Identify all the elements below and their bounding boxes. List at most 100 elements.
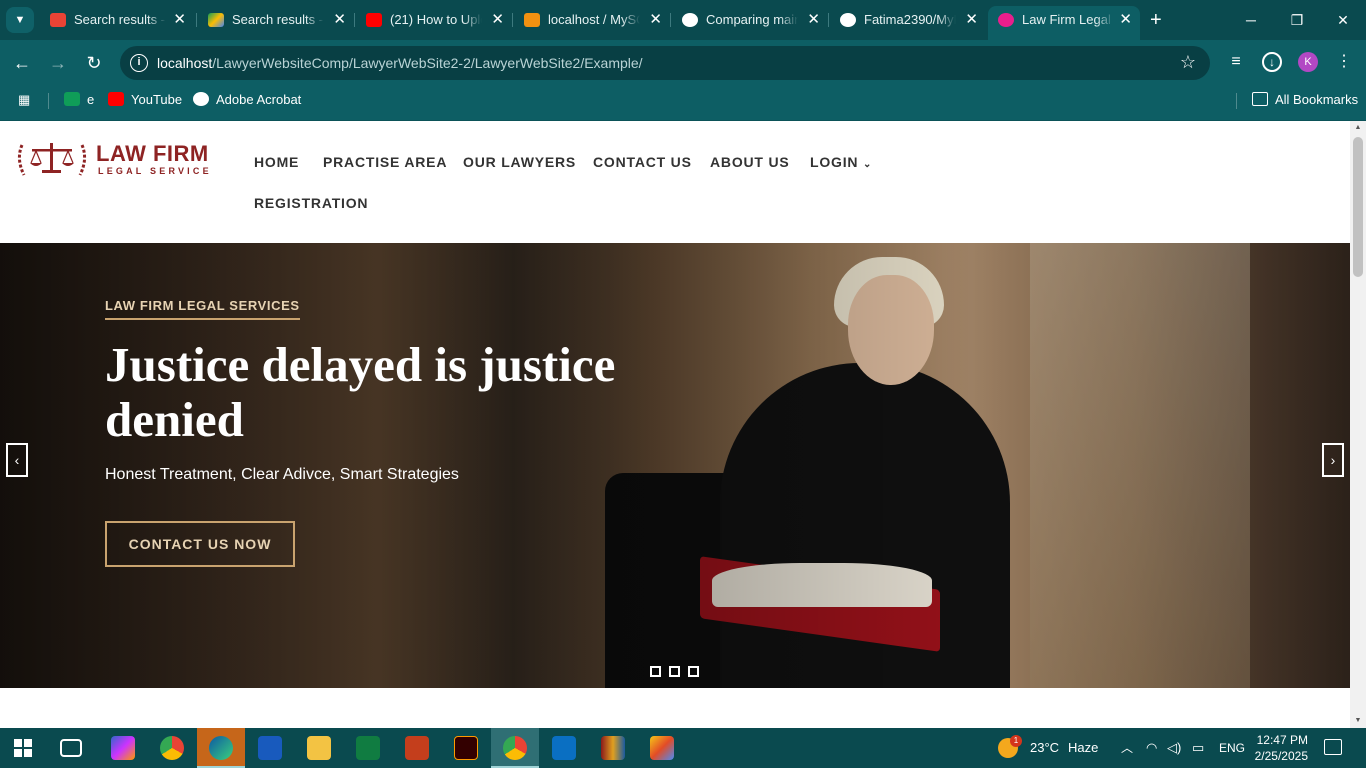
scrollbar-thumb[interactable] <box>1353 137 1363 277</box>
bookmark-youtube[interactable]: YouTube <box>108 86 182 114</box>
battery-icon[interactable]: ▭ <box>1192 728 1204 768</box>
bookmarks-bar: ▦ e YouTube Adobe Acrobat All Bookmarks <box>0 86 1366 121</box>
profile-avatar[interactable]: K <box>1298 52 1318 72</box>
chrome-profile-taskbar-button[interactable] <box>491 728 539 768</box>
tab-github-compare[interactable]: Comparing main ✕ <box>672 6 828 34</box>
task-view-icon[interactable] <box>60 739 82 757</box>
tab-youtube[interactable]: (21) How to Upload ✕ <box>356 6 512 34</box>
menu-icon[interactable]: ⋮ <box>1332 50 1356 74</box>
wifi-icon[interactable]: ◠ <box>1146 728 1157 768</box>
nav-our-lawyers[interactable]: OUR LAWYERS <box>463 154 576 170</box>
globe-icon <box>193 92 209 106</box>
close-icon[interactable]: ✕ <box>649 6 662 34</box>
scroll-down-arrow[interactable]: ▼ <box>1350 714 1366 728</box>
weather-temperature[interactable]: 23°C <box>1030 728 1059 768</box>
tab-title: Search results - Google Drive <box>232 12 324 27</box>
weather-badge: 1 <box>1010 735 1022 747</box>
illustrator-icon[interactable] <box>454 736 478 760</box>
clock-time: 12:47 PM <box>1256 733 1308 747</box>
tab-title: Comparing main <box>706 12 798 27</box>
restore-button[interactable]: ❐ <box>1274 6 1320 34</box>
clock-date: 2/25/2025 <box>1254 749 1308 763</box>
all-bookmarks-button[interactable]: All Bookmarks <box>1252 86 1358 114</box>
word-icon[interactable] <box>258 736 282 760</box>
tab-law-firm[interactable]: Law Firm Legal Service ✕ <box>988 6 1140 40</box>
hero-tagline: LAW FIRM LEGAL SERVICES <box>105 298 300 320</box>
download-icon[interactable]: ↓ <box>1262 52 1282 72</box>
nav-contact-us[interactable]: CONTACT US <box>593 154 692 170</box>
url-text[interactable]: localhost/LawyerWebsiteComp/LawyerWebSit… <box>157 55 643 71</box>
tab-title: localhost / MySQL <box>548 12 640 27</box>
scales-icon <box>17 143 87 176</box>
volume-icon[interactable]: ◁) <box>1167 728 1181 768</box>
file-explorer-icon[interactable] <box>307 736 331 760</box>
forward-button[interactable]: → <box>46 52 70 74</box>
bookmark-adobe-acrobat[interactable]: Adobe Acrobat <box>193 86 301 114</box>
nav-home[interactable]: HOME <box>254 154 299 170</box>
site-info-icon[interactable]: i <box>130 54 148 72</box>
back-button[interactable]: ← <box>10 52 34 74</box>
address-bar[interactable]: i localhost/LawyerWebsiteComp/LawyerWebS… <box>120 46 1210 80</box>
new-tab-button[interactable]: + <box>1150 6 1162 34</box>
nav-login[interactable]: LOGIN ⌄ <box>810 154 872 170</box>
site-header: LAW FIRM LEGAL SERVICE HOME PRACTISE ARE… <box>0 121 1350 243</box>
tab-phpmyadmin[interactable]: localhost / MySQL ✕ <box>514 6 670 34</box>
git-tool-icon[interactable] <box>650 736 674 760</box>
phpmyadmin-icon <box>524 13 540 27</box>
nav-practise-area[interactable]: PRACTISE AREA <box>323 154 447 170</box>
powerpoint-icon[interactable] <box>405 736 429 760</box>
reload-button[interactable]: ↻ <box>82 52 106 74</box>
nav-about-us[interactable]: ABOUT US <box>710 154 790 170</box>
windows-start-icon[interactable] <box>14 739 32 757</box>
tab-title: Fatima2390/MyRepo <box>864 12 956 27</box>
tab-title: Search results - Mail <box>74 12 166 27</box>
slider-next-arrow[interactable]: › <box>1322 443 1344 477</box>
close-icon[interactable]: ✕ <box>807 6 820 34</box>
tab-drive[interactable]: Search results - Google Drive ✕ <box>198 6 354 34</box>
chevron-down-icon: ⌄ <box>863 159 873 170</box>
weather-description[interactable]: Haze <box>1068 728 1098 768</box>
close-window-button[interactable]: ✕ <box>1320 6 1366 34</box>
copilot-icon[interactable] <box>111 736 135 760</box>
winrar-icon[interactable] <box>601 736 625 760</box>
tab-gmail[interactable]: Search results - Mail ✕ <box>40 6 194 34</box>
logo-subtitle: LEGAL SERVICE <box>98 166 212 176</box>
language-indicator[interactable]: ENG <box>1219 728 1245 768</box>
page-scrollbar[interactable]: ▲ ▼ <box>1350 121 1366 728</box>
excel-icon[interactable] <box>356 736 380 760</box>
hero-headline: Justice delayed is justice denied <box>105 337 616 447</box>
media-control-icon[interactable]: ≡ <box>1224 50 1248 74</box>
folder-icon <box>1252 92 1268 106</box>
tab-title: Law Firm Legal Service <box>1022 12 1114 27</box>
close-icon[interactable]: ✕ <box>965 6 978 34</box>
contact-us-now-button[interactable]: CONTACT US NOW <box>105 521 295 567</box>
vscode-icon[interactable] <box>552 736 576 760</box>
bookmark-sheets[interactable]: e <box>64 86 94 114</box>
close-icon[interactable]: ✕ <box>333 6 346 34</box>
gmail-icon <box>50 13 66 27</box>
chrome-icon[interactable] <box>160 736 184 760</box>
close-icon[interactable]: ✕ <box>491 6 504 34</box>
slider-prev-arrow[interactable]: ‹ <box>6 443 28 477</box>
all-bookmarks-label: All Bookmarks <box>1275 92 1359 107</box>
site-icon <box>998 13 1014 27</box>
clock[interactable]: 12:47 PM 2/25/2025 <box>1254 732 1308 764</box>
bookmark-star-icon[interactable]: ☆ <box>1180 52 1196 73</box>
close-icon[interactable]: ✕ <box>173 6 186 34</box>
chevron-up-icon[interactable]: ︿ <box>1121 728 1133 768</box>
site-logo[interactable]: LAW FIRM LEGAL SERVICE <box>14 139 214 181</box>
apps-grid-icon[interactable]: ▦ <box>18 86 30 114</box>
slider-dot-2[interactable] <box>669 666 680 677</box>
nav-registration[interactable]: REGISTRATION <box>254 195 368 211</box>
minimize-button[interactable]: ─ <box>1228 6 1274 34</box>
slider-dot-3[interactable] <box>688 666 699 677</box>
edge-taskbar-button[interactable] <box>197 728 245 768</box>
tab-search-button[interactable]: ▼ <box>6 7 34 33</box>
browser-toolbar: ← → ↻ i localhost/LawyerWebsiteComp/Lawy… <box>0 40 1366 86</box>
slider-dot-1[interactable] <box>650 666 661 677</box>
notification-icon[interactable] <box>1324 739 1342 755</box>
edge-icon <box>209 736 233 760</box>
scroll-up-arrow[interactable]: ▲ <box>1350 121 1366 135</box>
close-icon[interactable]: ✕ <box>1119 6 1132 34</box>
tab-github-repo[interactable]: Fatima2390/MyRepo ✕ <box>830 6 986 34</box>
